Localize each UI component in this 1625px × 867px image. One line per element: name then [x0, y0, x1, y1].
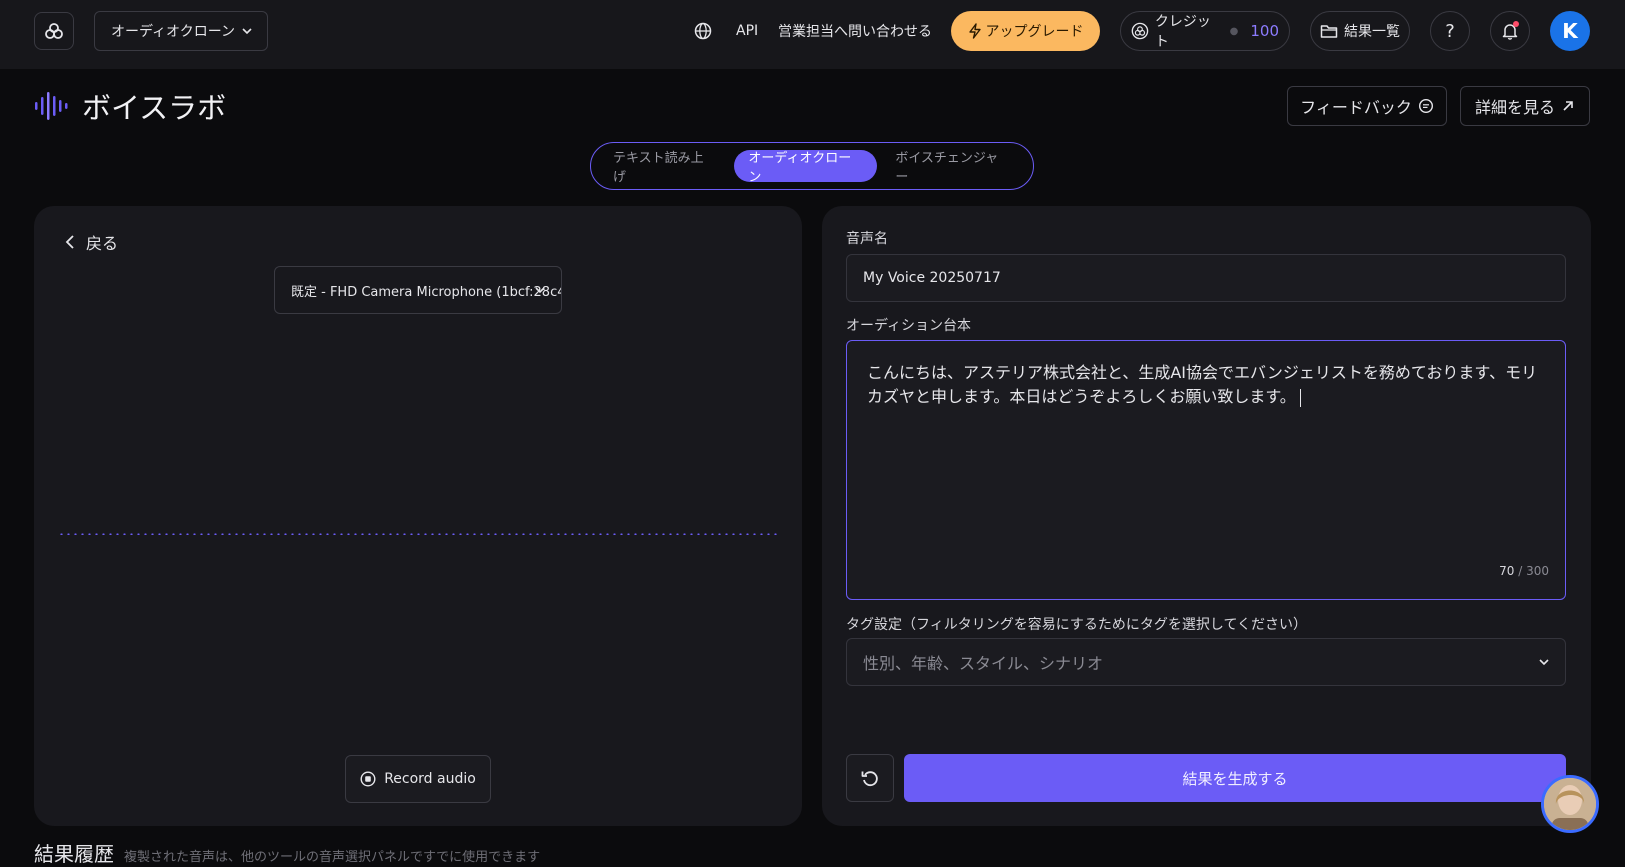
api-link[interactable]: API — [736, 11, 758, 51]
character-limit: / 300 — [1514, 564, 1549, 578]
assistant-avatar[interactable] — [1541, 775, 1599, 833]
credit-separator: ● — [1229, 25, 1239, 37]
view-details-label: 詳細を見る — [1474, 98, 1555, 117]
tags-label: タグ設定（フィルタリングを容易にするためにタグを選択してください） — [846, 617, 1308, 633]
contact-sales-link[interactable]: 営業担当へ問い合わせる — [778, 11, 932, 51]
external-arrow-icon — [1563, 101, 1573, 111]
chevron-down-icon — [535, 287, 545, 294]
record-audio-button[interactable]: Record audio — [345, 755, 491, 803]
tags-select[interactable]: 性別、年齢、スタイル、シナリオ — [846, 638, 1566, 686]
history-subtitle: 複製された音声は、他のツールの音声選択パネルですでに使用できます — [124, 850, 541, 865]
tab-voice-changer[interactable]: ボイスチェンジャー — [881, 150, 1025, 185]
voice-settings-panel: 音声名 My Voice 20250717 オーディション台本 こんにちは、アス… — [822, 206, 1591, 826]
results-list-label: 結果一覧 — [1344, 24, 1400, 40]
recording-panel: 戻る 既定 - FHD Camera Microphone (1bcf:28c4… — [34, 206, 802, 826]
app-logo-button[interactable] — [34, 12, 74, 50]
user-avatar[interactable]: K — [1550, 11, 1590, 51]
notifications-button[interactable] — [1490, 11, 1530, 51]
voice-name-value: My Voice 20250717 — [863, 270, 1001, 286]
lightning-icon — [968, 23, 981, 39]
reset-button[interactable] — [846, 754, 894, 802]
character-counter: 70 / 300 — [1499, 559, 1549, 583]
avatar-initial: K — [1562, 19, 1578, 43]
assistant-face-icon — [1544, 778, 1596, 830]
back-link[interactable]: 戻る — [64, 230, 118, 254]
folder-icon — [1320, 25, 1338, 38]
voice-name-label: 音声名 — [846, 231, 888, 247]
page-title: ボイスラボ — [34, 86, 226, 126]
chat-icon — [1418, 98, 1433, 114]
record-audio-label: Record audio — [384, 771, 476, 787]
chevron-left-icon — [65, 235, 74, 249]
view-details-button[interactable]: 詳細を見る — [1460, 86, 1590, 126]
undo-icon — [861, 771, 878, 787]
top-bar: オーディオクローン API 営業担当へ問い合わせる アップグレード クレジット … — [0, 0, 1625, 69]
tags-placeholder: 性別、年齢、スタイル、シナリオ — [863, 654, 1104, 673]
waveform-logo-icon — [35, 92, 68, 120]
feedback-button[interactable]: フィードバック — [1287, 86, 1447, 126]
voice-name-input[interactable]: My Voice 20250717 — [846, 254, 1566, 302]
help-button[interactable]: ? — [1430, 11, 1470, 51]
question-icon: ? — [1445, 20, 1455, 42]
tool-select[interactable]: オーディオクローン — [94, 11, 268, 51]
credit-label: クレジット — [1154, 14, 1211, 50]
feedback-label: フィードバック — [1300, 98, 1412, 117]
script-textarea[interactable]: こんにちは、アステリア株式会社と、生成AI協会でエバンジェリストを務めております… — [846, 340, 1566, 600]
script-label: オーディション台本 — [846, 318, 972, 334]
language-button[interactable] — [690, 11, 716, 51]
results-list-button[interactable]: 結果一覧 — [1310, 11, 1410, 51]
back-label: 戻る — [86, 234, 119, 253]
upgrade-label: アップグレード — [985, 24, 1084, 40]
microphone-select-value: 既定 - FHD Camera Microphone (1bcf:28c4 — [291, 284, 562, 300]
tab-audio-clone[interactable]: オーディオクローン — [734, 150, 878, 185]
credit-display[interactable]: クレジット ● 100 — [1120, 11, 1290, 51]
tab-text-to-speech[interactable]: テキスト読み上げ — [599, 150, 730, 185]
text-caret — [1299, 388, 1301, 407]
app-logo-icon — [45, 23, 63, 39]
notification-dot — [1513, 21, 1519, 27]
credit-amount: 100 — [1250, 22, 1279, 40]
character-count: 70 — [1499, 564, 1515, 578]
chevron-down-icon — [1539, 659, 1549, 666]
generate-label: 結果を生成する — [1182, 769, 1288, 788]
microphone-select[interactable]: 既定 - FHD Camera Microphone (1bcf:28c4 — [274, 266, 562, 314]
mode-tabs: テキスト読み上げ オーディオクローン ボイスチェンジャー — [590, 142, 1034, 190]
chevron-down-icon — [242, 28, 252, 35]
tool-select-label: オーディオクローン — [111, 24, 236, 40]
history-header: 結果履歴 複製された音声は、他のツールの音声選択パネルですでに使用できます — [34, 838, 540, 867]
audio-waveform — [58, 533, 778, 535]
record-icon — [360, 771, 376, 787]
history-title: 結果履歴 — [34, 842, 114, 866]
script-text: こんにちは、アステリア株式会社と、生成AI協会でエバンジェリストを務めております… — [867, 363, 1538, 406]
generate-button[interactable]: 結果を生成する — [904, 754, 1566, 802]
globe-icon — [694, 22, 712, 40]
page-title-text: ボイスラボ — [82, 91, 227, 125]
credit-logo-icon — [1131, 22, 1149, 40]
upgrade-button[interactable]: アップグレード — [951, 11, 1100, 51]
